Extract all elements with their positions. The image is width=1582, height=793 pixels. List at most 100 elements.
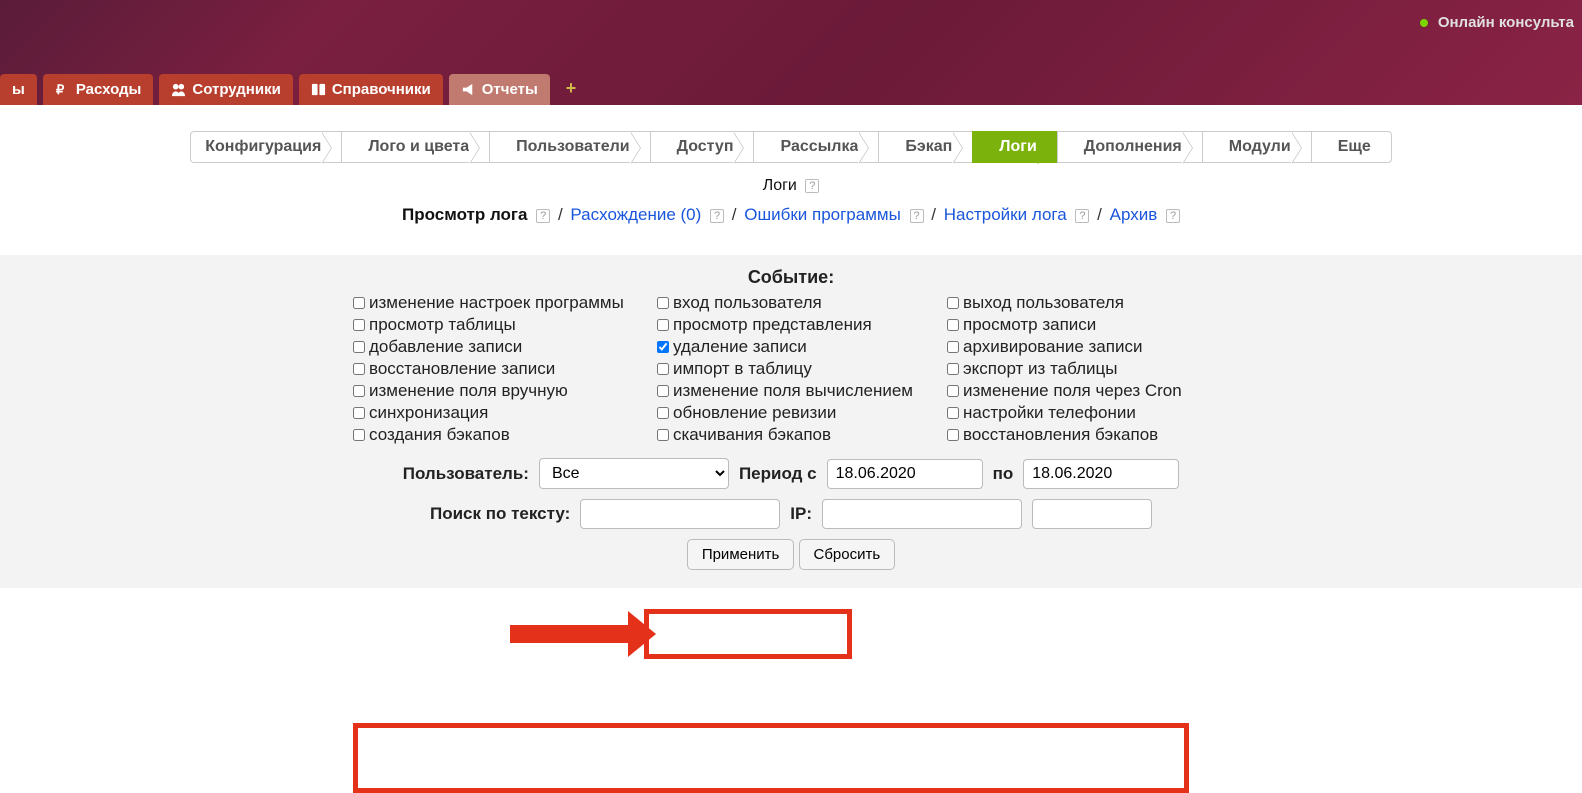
event-checkbox[interactable] xyxy=(947,297,959,309)
book-icon xyxy=(311,82,326,97)
event-checkbox[interactable] xyxy=(657,341,669,353)
tab-partial[interactable]: ы xyxy=(0,74,37,105)
top-tabs: ы ₽ Расходы Сотрудники Справочники Отчет… xyxy=(0,72,586,105)
search-text-input[interactable] xyxy=(580,499,780,529)
events-col-2: вход пользователяпросмотр представленияу… xyxy=(653,292,939,446)
tab-partial-label: ы xyxy=(12,81,25,98)
event-checkbox[interactable] xyxy=(353,363,365,375)
event-checkbox-row[interactable]: восстановление записи xyxy=(349,358,649,380)
event-checkbox[interactable] xyxy=(353,319,365,331)
breadcrumb-item[interactable]: Рассылка xyxy=(753,131,878,163)
event-label: восстановление записи xyxy=(369,359,555,379)
event-label: импорт в таблицу xyxy=(673,359,812,379)
event-checkbox[interactable] xyxy=(657,385,669,397)
subnav-link-settings[interactable]: Настройки лога xyxy=(944,205,1067,224)
breadcrumb-item[interactable]: Пользователи xyxy=(489,131,649,163)
event-checkbox-row[interactable]: выход пользователя xyxy=(943,292,1233,314)
event-checkbox-row[interactable]: изменение поля вручную xyxy=(349,380,649,402)
help-icon[interactable]: ? xyxy=(1166,209,1180,223)
extra-input[interactable] xyxy=(1032,499,1152,529)
event-checkbox-row[interactable]: импорт в таблицу xyxy=(653,358,939,380)
event-checkbox-row[interactable]: просмотр представления xyxy=(653,314,939,336)
events-grid: изменение настроек программыпросмотр таб… xyxy=(0,292,1582,446)
event-checkbox-row[interactable]: настройки телефонии xyxy=(943,402,1233,424)
subnav-link-discrepancy[interactable]: Расхождение (0) xyxy=(570,205,701,224)
event-checkbox-row[interactable]: изменение поля через Cron xyxy=(943,380,1233,402)
event-checkbox[interactable] xyxy=(947,429,959,441)
event-checkbox[interactable] xyxy=(657,407,669,419)
user-select[interactable]: Все xyxy=(539,458,729,489)
help-icon[interactable]: ? xyxy=(910,209,924,223)
event-checkbox[interactable] xyxy=(353,297,365,309)
breadcrumb-item[interactable]: Еще xyxy=(1311,131,1392,163)
event-checkbox-row[interactable]: обновление ревизии xyxy=(653,402,939,424)
breadcrumb-item[interactable]: Доступ xyxy=(650,131,754,163)
event-checkbox-row[interactable]: добавление записи xyxy=(349,336,649,358)
subnav-link-archive[interactable]: Архив xyxy=(1110,205,1158,224)
event-checkbox[interactable] xyxy=(947,363,959,375)
apply-button[interactable]: Применить xyxy=(687,539,795,570)
online-consult-badge[interactable]: Онлайн консульта xyxy=(1420,14,1574,31)
tab-references-label: Справочники xyxy=(332,81,431,98)
event-checkbox-row[interactable]: изменение поля вычислением xyxy=(653,380,939,402)
event-label: обновление ревизии xyxy=(673,403,836,423)
subnav-current: Просмотр лога xyxy=(402,205,527,224)
tab-add[interactable]: + xyxy=(556,72,587,105)
page-title-text: Логи xyxy=(763,177,797,194)
event-checkbox[interactable] xyxy=(657,319,669,331)
tab-employees[interactable]: Сотрудники xyxy=(159,74,292,105)
event-checkbox-row[interactable]: создания бэкапов xyxy=(349,424,649,446)
reset-button[interactable]: Сбросить xyxy=(799,539,896,570)
ip-label: IP: xyxy=(790,504,812,524)
breadcrumb-item[interactable]: Конфигурация xyxy=(190,131,341,163)
event-checkbox-row[interactable]: изменение настроек программы xyxy=(349,292,649,314)
event-checkbox[interactable] xyxy=(353,385,365,397)
breadcrumb-item[interactable]: Модули xyxy=(1202,131,1311,163)
event-checkbox-row[interactable]: восстановления бэкапов xyxy=(943,424,1233,446)
breadcrumb-item[interactable]: Бэкап xyxy=(878,131,972,163)
event-checkbox-row[interactable]: удаление записи xyxy=(653,336,939,358)
event-checkbox-row[interactable]: архивирование записи xyxy=(943,336,1233,358)
event-checkbox[interactable] xyxy=(947,341,959,353)
form-buttons: Применить Сбросить xyxy=(341,539,1241,570)
events-col-1: изменение настроек программыпросмотр таб… xyxy=(349,292,649,446)
breadcrumb-item[interactable]: Дополнения xyxy=(1057,131,1202,163)
event-checkbox[interactable] xyxy=(353,429,365,441)
help-icon[interactable]: ? xyxy=(710,209,724,223)
annotation-highlight-2 xyxy=(353,723,1189,793)
event-checkbox-row[interactable]: просмотр записи xyxy=(943,314,1233,336)
event-checkbox[interactable] xyxy=(657,429,669,441)
event-checkbox-row[interactable]: скачивания бэкапов xyxy=(653,424,939,446)
separator: / xyxy=(558,205,563,224)
subnav-link-errors[interactable]: Ошибки программы xyxy=(744,205,901,224)
event-checkbox-row[interactable]: вход пользователя xyxy=(653,292,939,314)
event-checkbox[interactable] xyxy=(947,385,959,397)
tab-references[interactable]: Справочники xyxy=(299,74,443,105)
date-from-input[interactable] xyxy=(827,459,983,489)
event-checkbox[interactable] xyxy=(353,341,365,353)
event-checkbox[interactable] xyxy=(947,407,959,419)
date-to-input[interactable] xyxy=(1023,459,1179,489)
help-icon[interactable]: ? xyxy=(536,209,550,223)
help-icon[interactable]: ? xyxy=(1075,209,1089,223)
event-checkbox[interactable] xyxy=(657,297,669,309)
tab-expenses[interactable]: ₽ Расходы xyxy=(43,74,154,105)
event-checkbox[interactable] xyxy=(947,319,959,331)
sub-nav: Просмотр лога ? / Расхождение (0) ? / Ош… xyxy=(0,205,1582,255)
event-checkbox[interactable] xyxy=(657,363,669,375)
event-label: скачивания бэкапов xyxy=(673,425,831,445)
form-row-user-period: Пользователь: Все Период с по xyxy=(341,458,1241,489)
event-checkbox-row[interactable]: синхронизация xyxy=(349,402,649,424)
event-label: изменение поля вычислением xyxy=(673,381,913,401)
breadcrumb-item[interactable]: Логи xyxy=(972,131,1057,163)
event-checkbox[interactable] xyxy=(353,407,365,419)
tab-reports[interactable]: Отчеты xyxy=(449,74,550,105)
event-checkbox-row[interactable]: просмотр таблицы xyxy=(349,314,649,336)
breadcrumb-item[interactable]: Лого и цвета xyxy=(341,131,489,163)
event-checkbox-row[interactable]: экспорт из таблицы xyxy=(943,358,1233,380)
separator: / xyxy=(732,205,737,224)
help-icon[interactable]: ? xyxy=(805,179,819,193)
header-bar: Онлайн консульта ы ₽ Расходы Сотрудники … xyxy=(0,0,1582,105)
ip-input[interactable] xyxy=(822,499,1022,529)
annotation-arrow xyxy=(510,625,630,643)
